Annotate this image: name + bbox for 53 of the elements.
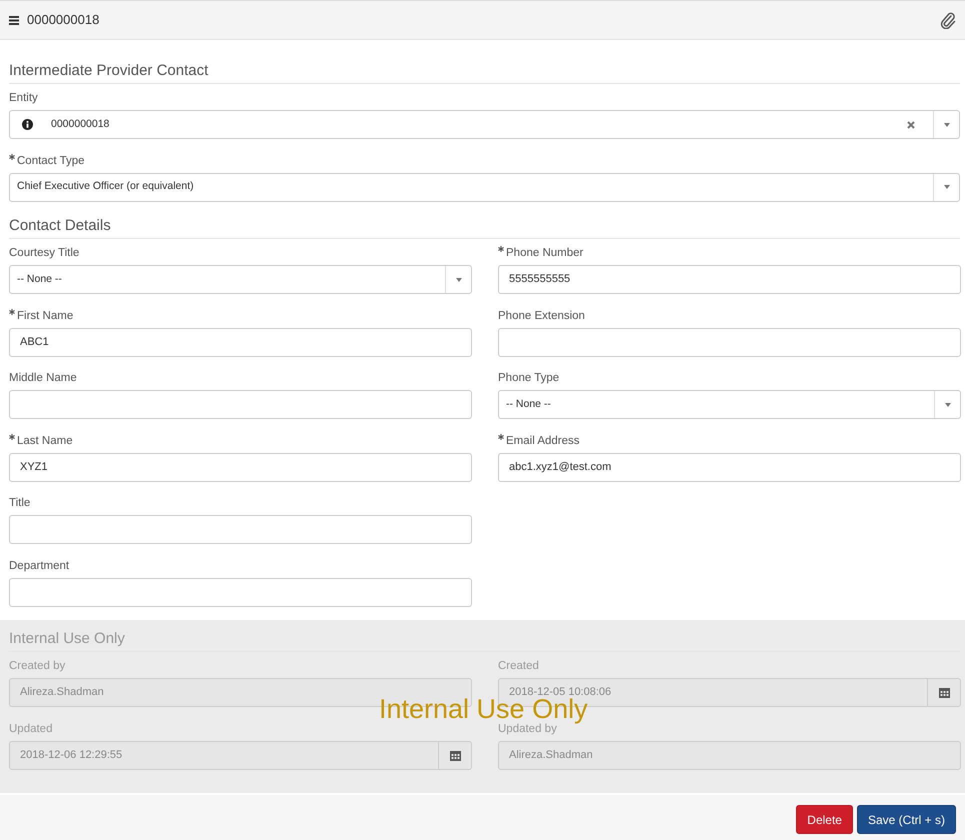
input-field[interactable]: 5555555555	[498, 265, 961, 294]
select-field[interactable]: -- None --	[9, 265, 472, 294]
info-icon[interactable]	[22, 119, 32, 130]
calendar-icon	[938, 687, 950, 698]
field-label: Entity	[9, 91, 38, 106]
section-title: Contact Details	[9, 215, 960, 239]
section-title: Intermediate Provider Contact	[9, 60, 960, 84]
select-field[interactable]: Chief Executive Officer (or equivalent)	[9, 172, 960, 202]
input-field: Alireza.Shadman	[498, 740, 961, 770]
asterisk-icon	[9, 308, 15, 314]
field-label: Courtesy Title	[9, 246, 80, 261]
delete-button[interactable]: Delete	[796, 805, 853, 834]
field-label: Phone Type	[498, 371, 560, 386]
asterisk-icon	[498, 246, 504, 252]
field-label: Middle Name	[9, 371, 77, 386]
input-field[interactable]	[9, 578, 472, 606]
input-field[interactable]	[498, 328, 961, 356]
select-field[interactable]: -- None --	[498, 390, 961, 419]
field-label: First Name	[17, 308, 74, 324]
field-label: Email Address	[506, 434, 580, 448]
field-label: Phone Number	[506, 246, 584, 261]
calendar-button[interactable]	[439, 740, 472, 770]
field-label: Last Name	[17, 434, 73, 448]
clear-icon[interactable]	[907, 120, 915, 128]
section-title: Internal Use Only	[9, 628, 960, 652]
input-field[interactable]	[9, 390, 472, 419]
field-label: Updated by	[498, 722, 557, 736]
asterisk-icon	[498, 434, 504, 440]
record-number: 0000000018	[27, 11, 100, 30]
input-field[interactable]: XYZ1	[9, 452, 472, 482]
asterisk-icon	[9, 434, 15, 440]
caret-icon[interactable]	[942, 122, 950, 128]
field-label: Department	[9, 558, 70, 574]
calendar-button[interactable]	[928, 678, 961, 707]
input-field[interactable]: abc1.xyz1@test.com	[498, 452, 961, 482]
field-label: Created by	[9, 659, 66, 674]
date-field: 2018-12-06 12:29:55	[9, 740, 439, 770]
menu-icon[interactable]	[9, 16, 19, 24]
field-label: Phone Extension	[498, 308, 585, 324]
save-button[interactable]: Save (Ctrl + s)	[856, 805, 956, 834]
field-label: Created	[498, 659, 539, 674]
field-label: Updated	[9, 722, 52, 736]
caret-icon[interactable]	[454, 276, 462, 282]
calendar-icon	[450, 750, 460, 760]
paperclip-icon[interactable]	[940, 12, 956, 28]
caret-icon[interactable]	[942, 184, 950, 190]
input-field[interactable]: ABC1	[9, 328, 472, 356]
reference-field[interactable]: 0000000018	[9, 110, 960, 139]
input-field[interactable]	[9, 515, 472, 544]
field-label: Title	[9, 496, 30, 511]
field-label: Contact Type	[17, 154, 85, 168]
asterisk-icon	[9, 154, 15, 160]
caret-icon[interactable]	[944, 402, 952, 408]
